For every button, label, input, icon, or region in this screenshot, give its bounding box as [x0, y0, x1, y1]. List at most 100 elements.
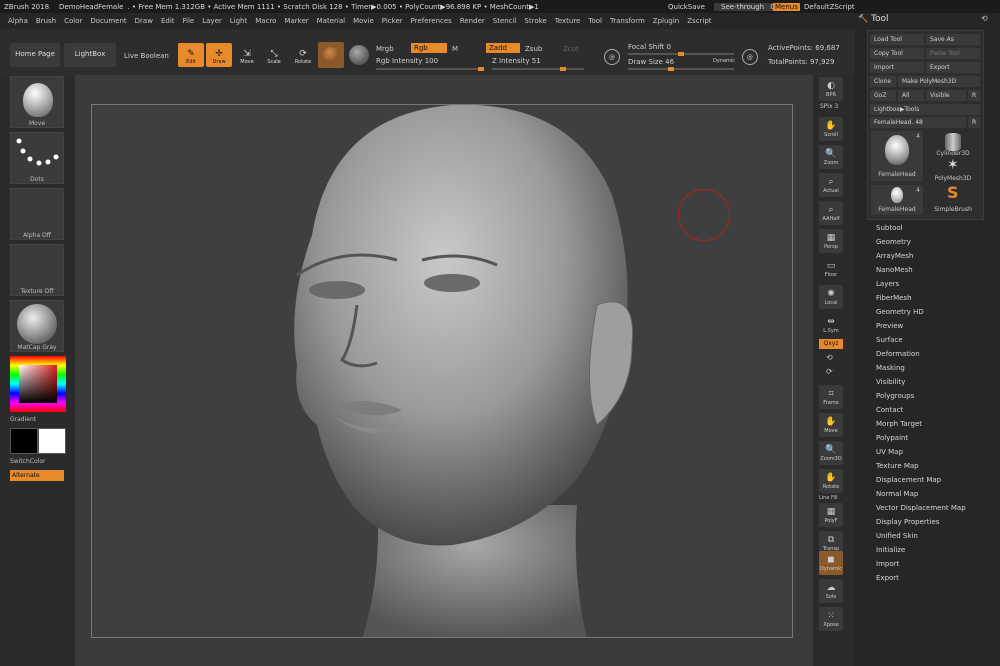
- tool-thumb-simplebrush[interactable]: S SimpleBrush: [925, 183, 981, 215]
- shelf-frame-button[interactable]: ⌗ Frame: [819, 385, 843, 409]
- mrgb-button[interactable]: Mrgb: [376, 45, 394, 53]
- shelf-zoom-button[interactable]: 🔍 Zoom: [819, 145, 843, 169]
- quicksave-button[interactable]: QuickSave: [668, 3, 705, 11]
- subpalette-masking[interactable]: Masking: [876, 364, 905, 372]
- menu-picker[interactable]: Picker: [382, 17, 403, 25]
- focal-shift-track[interactable]: [628, 52, 734, 56]
- tool-thumb-cylinder3d[interactable]: Cylinder3D: [925, 131, 981, 157]
- subpalette-geometry[interactable]: Geometry: [876, 238, 911, 246]
- load-tool-button[interactable]: Load Tool: [870, 34, 924, 45]
- shelf-persp-button[interactable]: ▦ Persp: [819, 229, 843, 253]
- shelf-polyf-button[interactable]: ▦ PolyF: [819, 503, 843, 527]
- lightbox-tools-button[interactable]: Lightbox▶Tools: [870, 104, 980, 115]
- shelf-dynamic-button[interactable]: ◼ Dynamic: [819, 551, 843, 575]
- rgb-button[interactable]: Rgb: [411, 43, 447, 53]
- subpalette-export[interactable]: Export: [876, 574, 899, 582]
- subpalette-arraymesh[interactable]: ArrayMesh: [876, 252, 913, 260]
- menu-file[interactable]: File: [183, 17, 195, 25]
- material-swatch[interactable]: [318, 42, 344, 68]
- menu-zscript[interactable]: Zscript: [687, 17, 711, 25]
- zcut-button[interactable]: Zcut: [563, 45, 579, 53]
- menu-document[interactable]: Document: [90, 17, 126, 25]
- menus-button[interactable]: Menus: [773, 2, 800, 11]
- lightbox-button[interactable]: LightBox: [64, 43, 116, 67]
- draw-size-slider[interactable]: Draw Size 46: [628, 58, 674, 66]
- save-as-button[interactable]: Save As: [926, 34, 980, 45]
- menu-stroke[interactable]: Stroke: [524, 17, 546, 25]
- shelf-rotate-button[interactable]: ✋ Rotate: [819, 469, 843, 493]
- shelf-solo-button[interactable]: ☁ Solo: [819, 579, 843, 603]
- symmetry-icon[interactable]: @: [742, 49, 758, 65]
- subpalette-unified-skin[interactable]: Unified Skin: [876, 532, 918, 540]
- lazymouse-icon[interactable]: @: [604, 49, 620, 65]
- shelf-bpr-button[interactable]: ◐ BPR: [819, 77, 843, 101]
- shelf-xpose-button[interactable]: ⁙ Xpose: [819, 607, 843, 631]
- dynamic-toggle[interactable]: Dynamic: [713, 58, 735, 64]
- goz-visible-button[interactable]: Visible: [926, 90, 966, 101]
- rotate-y-icon[interactable]: ⟲: [826, 353, 833, 362]
- subpalette-initialize[interactable]: Initialize: [876, 546, 905, 554]
- edit-button[interactable]: ✎ Edit: [178, 43, 204, 67]
- export-tool-button[interactable]: Export: [926, 62, 980, 73]
- subpalette-normal-map[interactable]: Normal Map: [876, 490, 918, 498]
- tool-palette-options-icon[interactable]: ⟲: [981, 14, 988, 23]
- subpalette-geometry-hd[interactable]: Geometry HD: [876, 308, 924, 316]
- menu-edit[interactable]: Edit: [161, 17, 175, 25]
- shelf-zoom3d-button[interactable]: 🔍 Zoom3D: [819, 441, 843, 465]
- shelf-move-button[interactable]: ✋ Move: [819, 413, 843, 437]
- subpalette-surface[interactable]: Surface: [876, 336, 903, 344]
- subpalette-fibermesh[interactable]: FiberMesh: [876, 294, 912, 302]
- subpalette-texture-map[interactable]: Texture Map: [876, 462, 919, 470]
- menu-zplugin[interactable]: Zplugin: [653, 17, 679, 25]
- z-intensity-slider[interactable]: Z Intensity 51: [492, 57, 541, 65]
- goz-button[interactable]: GoZ: [870, 90, 896, 101]
- subpalette-vector-displacement-map[interactable]: Vector Displacement Map: [876, 504, 966, 512]
- copy-tool-button[interactable]: Copy Tool: [870, 48, 924, 59]
- secondary-color-swatch[interactable]: [38, 428, 66, 454]
- menu-texture[interactable]: Texture: [555, 17, 581, 25]
- menu-macro[interactable]: Macro: [255, 17, 276, 25]
- tool-palette-header[interactable]: 🔨 Tool ⟲: [855, 13, 1000, 27]
- z-intensity-track[interactable]: [492, 67, 584, 71]
- shelf-floor-button[interactable]: ▭ Floor: [819, 257, 843, 281]
- zadd-button[interactable]: Zadd: [486, 43, 520, 53]
- import-tool-button[interactable]: Import: [870, 62, 924, 73]
- menu-movie[interactable]: Movie: [353, 17, 374, 25]
- scale-button[interactable]: ⤡ Scale: [261, 43, 287, 67]
- subpalette-preview[interactable]: Preview: [876, 322, 903, 330]
- menu-brush[interactable]: Brush: [36, 17, 56, 25]
- subpalette-deformation[interactable]: Deformation: [876, 350, 920, 358]
- rgb-intensity-slider[interactable]: Rgb Intensity 100: [376, 57, 438, 65]
- tool-thumb-femalehead-small[interactable]: 4 FemaleHead: [871, 185, 923, 215]
- menu-marker[interactable]: Marker: [284, 17, 308, 25]
- shelf-lsym-button[interactable]: ⇹ L.Sym: [819, 313, 843, 337]
- clone-button[interactable]: Clone: [870, 76, 896, 87]
- subpalette-subtool[interactable]: Subtool: [876, 224, 903, 232]
- shelf-actual-button[interactable]: ⌕ Actual: [819, 173, 843, 197]
- paste-tool-button[interactable]: Paste Tool: [926, 48, 980, 59]
- subpalette-displacement-map[interactable]: Displacement Map: [876, 476, 941, 484]
- shelf-aahalf-button[interactable]: ⌕ AAHalf: [819, 201, 843, 225]
- menu-draw[interactable]: Draw: [135, 17, 153, 25]
- menu-render[interactable]: Render: [460, 17, 485, 25]
- menu-preferences[interactable]: Preferences: [411, 17, 452, 25]
- draw-button[interactable]: ✢ Draw: [206, 43, 232, 67]
- shelf-spix-slider[interactable]: SPix 3: [820, 103, 838, 110]
- female-head-model[interactable]: [92, 105, 793, 638]
- tool-thumb-femalehead[interactable]: 4 FemaleHead: [871, 131, 923, 181]
- menu-tool[interactable]: Tool: [588, 17, 602, 25]
- current-tool-slider[interactable]: FemaleHead. 48: [870, 117, 966, 128]
- subpalette-visibility[interactable]: Visibility: [876, 378, 905, 386]
- focal-shift-slider[interactable]: Focal Shift 0: [628, 43, 671, 51]
- goz-r-button[interactable]: R: [968, 90, 980, 101]
- menu-color[interactable]: Color: [64, 17, 82, 25]
- menu-transform[interactable]: Transform: [610, 17, 645, 25]
- m-button[interactable]: M: [452, 45, 458, 53]
- subpalette-nanomesh[interactable]: NanoMesh: [876, 266, 913, 274]
- rgb-intensity-track[interactable]: [376, 67, 484, 71]
- move-button[interactable]: ⇲ Move: [234, 43, 260, 67]
- seethrough-slider[interactable]: See-through 0: [714, 2, 778, 11]
- switchcolor-button[interactable]: SwitchColor: [10, 458, 64, 465]
- menu-stencil[interactable]: Stencil: [493, 17, 517, 25]
- color-picker-square[interactable]: [19, 365, 57, 403]
